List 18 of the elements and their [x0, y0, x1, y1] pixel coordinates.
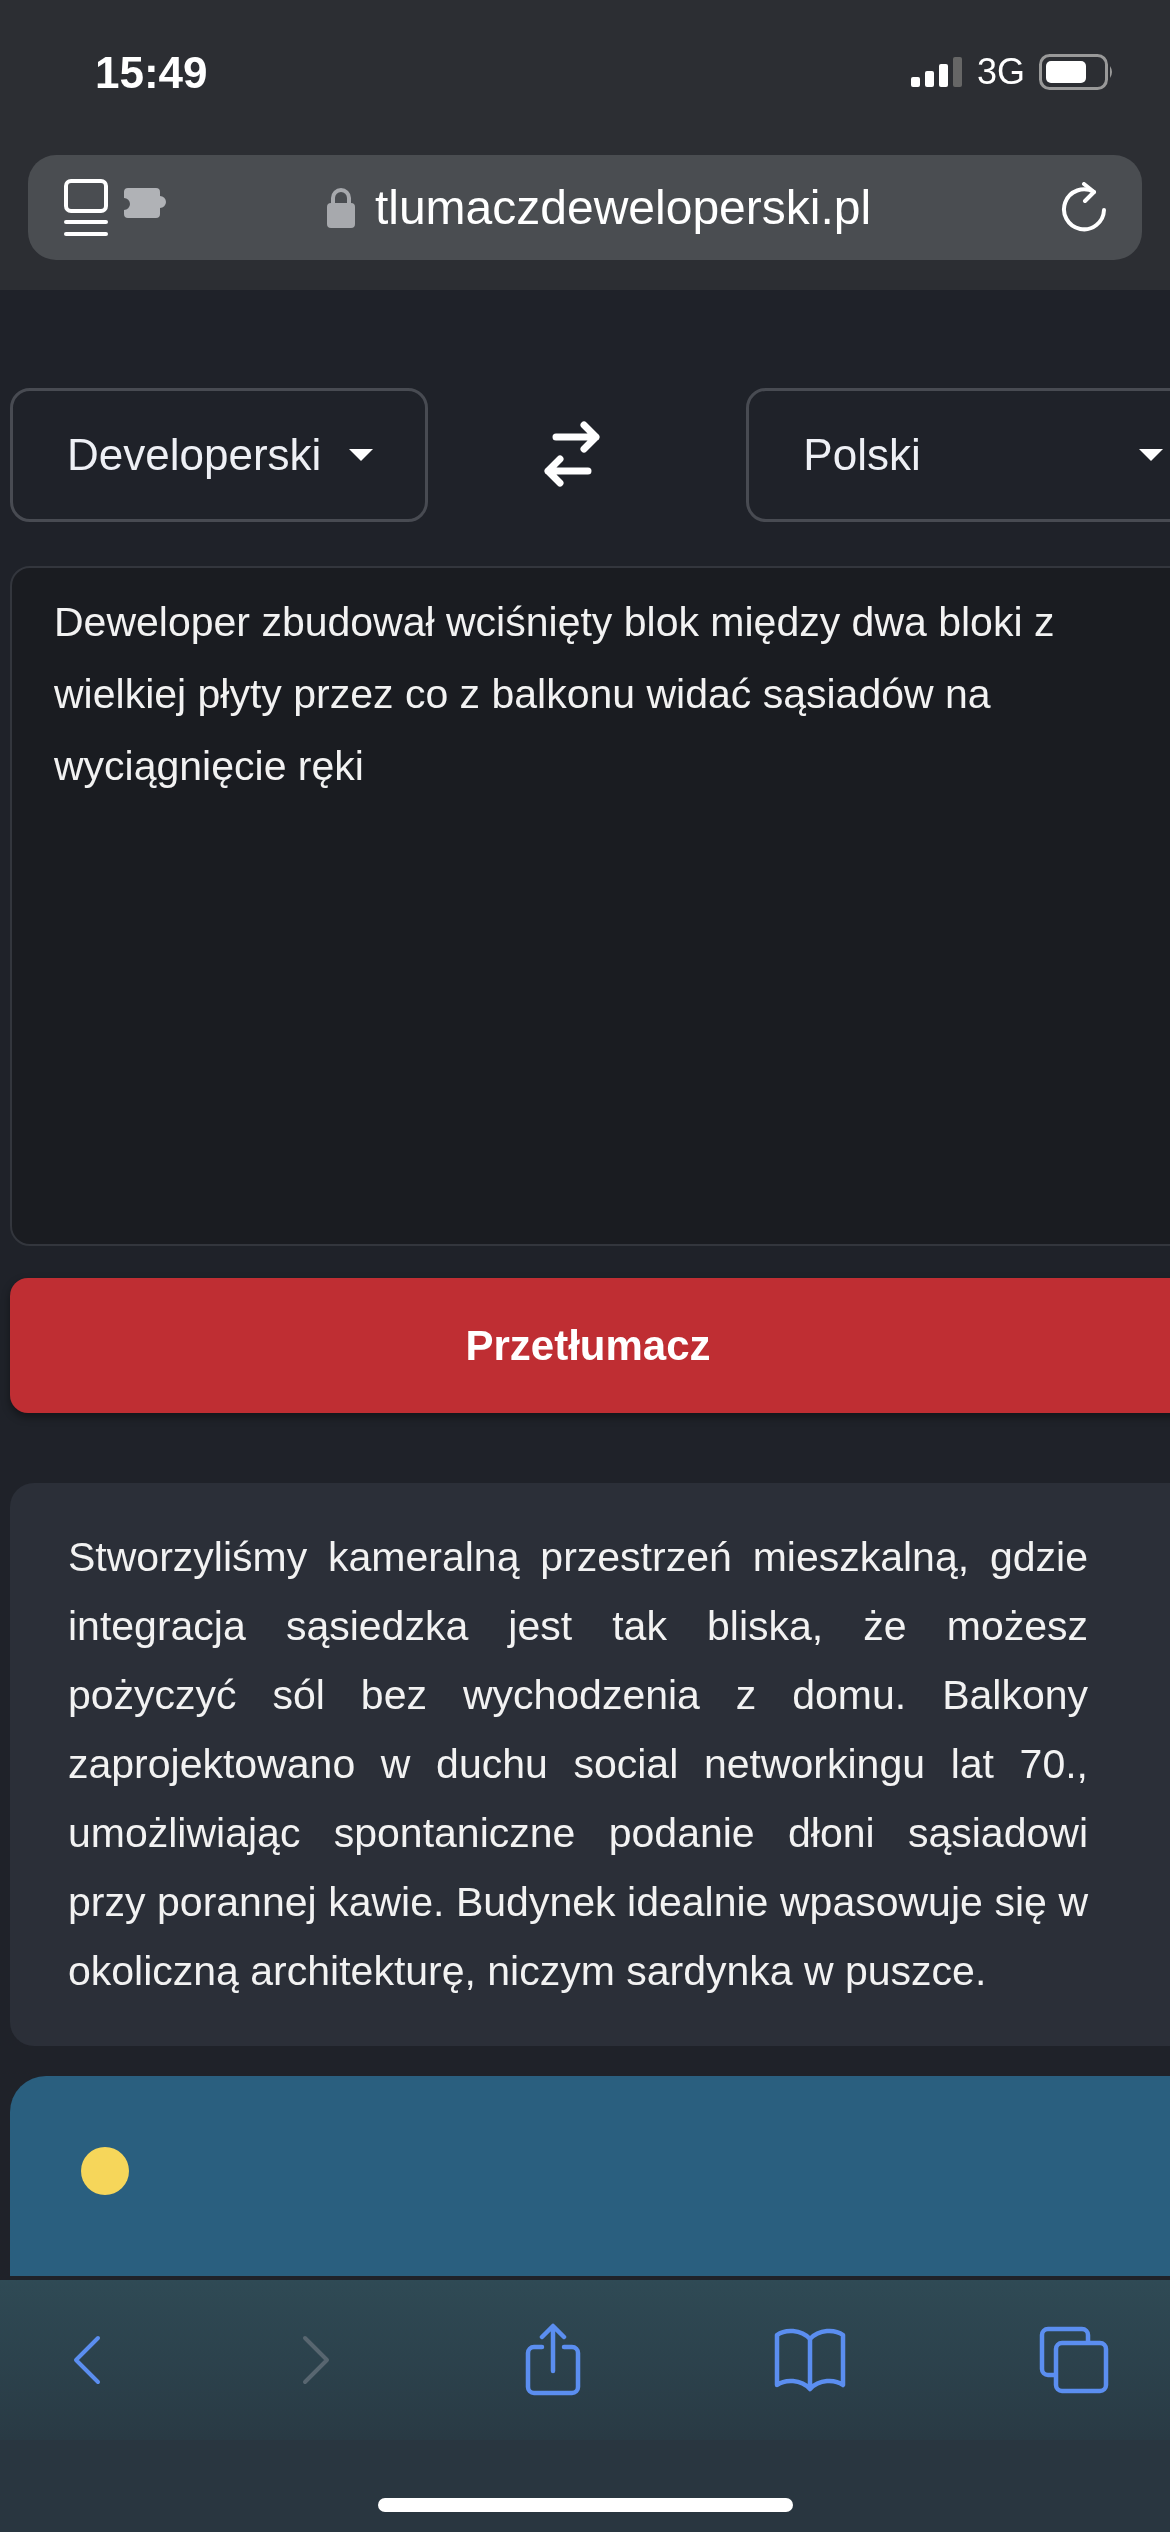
share-icon[interactable] — [524, 2323, 582, 2397]
translation-text: Stworzyliśmy kameralną przestrzeń mieszkalną, gdzie integracja sąsiedzka jest tak bliska, że możesz pożyczyć sól bez wychodzenia z domu. Balkony zaprojektowano w duchu social networkingu lat 70., umożliwiając spontaniczne podanie dłoni sąsiadowi przy porannej kawie. Budynek idealnie wpasowuje się w okoliczną architekturę, niczym sardynka w puszce. — [68, 1533, 1088, 1996]
translate-button[interactable]: Przetłumacz — [10, 1278, 1170, 1413]
target-language-select[interactable]: Polski — [746, 388, 1170, 522]
tabs-icon[interactable] — [1038, 2325, 1110, 2395]
url-text: tlumaczdeweloperski.pl — [374, 180, 872, 235]
source-language-select[interactable]: Developerski — [10, 388, 429, 522]
emoji-icon — [80, 2146, 130, 2196]
caret-icon — [349, 449, 374, 461]
signal-icon — [910, 57, 963, 87]
network-label: 3G — [976, 51, 1025, 93]
caret-icon — [1139, 449, 1164, 461]
reload-icon[interactable] — [1060, 181, 1108, 234]
lock-icon — [326, 187, 355, 228]
text-input-field[interactable]: Deweloper zbudował wciśnięty blok między dwa bloki z wielkiej płyty przez co z balkonu widać sąsiadów na wyciągnięcie ręki — [10, 566, 1170, 1246]
status-time: 15:49 — [95, 48, 208, 98]
battery-icon — [1039, 54, 1115, 90]
address-bar[interactable]: tlumaczdeweloperski.pl — [28, 155, 1142, 260]
